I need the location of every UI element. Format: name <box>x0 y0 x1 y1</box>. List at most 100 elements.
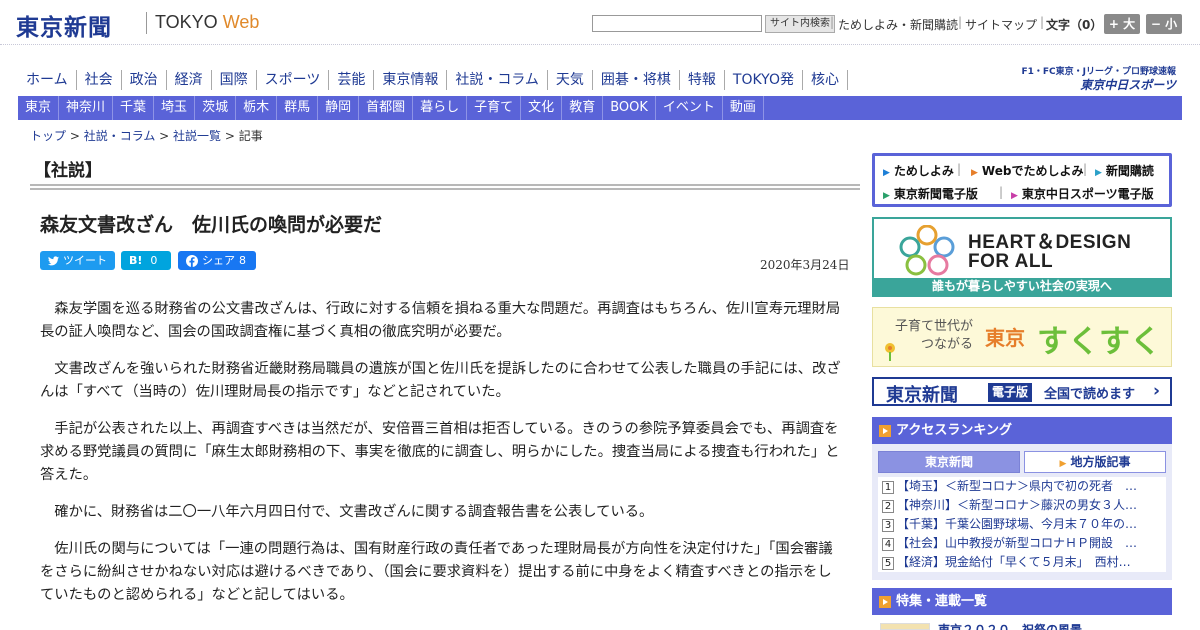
flower-icon <box>885 343 895 361</box>
facebook-share-label: シェア <box>202 254 235 267</box>
feature-item-title[interactable]: 東京２０２０ 祝祭の風景 <box>938 621 1168 630</box>
star-flower-icon <box>899 225 955 276</box>
ranking-item[interactable]: 5 【経済】現金給付「早くて５月末」 西村… <box>878 553 1166 572</box>
heart-design-banner[interactable]: HEART＆DESIGN FOR ALL 誰もが暮らしやすい社会の実現へ <box>872 217 1172 297</box>
nav-tokyo-hatsu[interactable]: TOKYO発 <box>725 70 803 90</box>
sidebar-link-label: Webでためしよみ <box>981 164 1084 178</box>
subnav-book[interactable]: BOOK <box>603 96 656 120</box>
breadcrumb-top[interactable]: トップ <box>30 129 66 143</box>
ranking-item[interactable]: 4 【社会】山中教授が新型コロナＨＰ開設 … <box>878 534 1166 553</box>
nav-entertainment[interactable]: 芸能 <box>329 70 375 90</box>
ranking-item[interactable]: 2 【神奈川】＜新型コロナ＞藤沢の男女３人… <box>878 496 1166 515</box>
ranking-tab-label: 東京新聞 <box>924 455 973 469</box>
hatena-bookmark-button[interactable]: B! 0 <box>121 251 171 270</box>
header-link-subscribe[interactable]: ためしよみ・新聞購読 <box>838 16 958 33</box>
breadcrumb-sep: > <box>66 129 84 143</box>
ranking-list: 1 【埼玉】＜新型コロナ＞県内で初の死者 … 2 【神奈川】＜新型コロナ＞藤沢の男女… <box>878 477 1166 572</box>
subnav-education[interactable]: 教育 <box>562 96 604 120</box>
features-title: 特集・連載一覧 <box>896 594 988 609</box>
subnav-gunma[interactable]: 群馬 <box>277 96 319 120</box>
nav-sports[interactable]: スポーツ <box>257 70 330 90</box>
sidebar-link-label: 東京中日スポーツ電子版 <box>1021 187 1154 201</box>
nav-editorial[interactable]: 社説・コラム <box>447 70 548 90</box>
rank-number: 2 <box>882 500 894 513</box>
font-larger-button[interactable]: + 大 <box>1104 14 1140 34</box>
nav-home[interactable]: ホーム <box>18 70 77 90</box>
triangle-right-icon: ▶ <box>1059 459 1067 469</box>
sidebar-link-trial[interactable]: ▶ ためしよみ <box>883 162 954 179</box>
tweet-button[interactable]: ツイート <box>40 251 115 270</box>
facebook-share-count: 8 <box>239 254 246 267</box>
tokyo-web-logo[interactable]: TOKYO Web <box>155 12 259 33</box>
sidebar-link-digital[interactable]: ▶ 東京新聞電子版 <box>883 185 978 202</box>
nav-weather[interactable]: 天気 <box>548 70 593 90</box>
nav-kakushin[interactable]: 核心 <box>803 70 848 90</box>
subnav-shutoken[interactable]: 首都圏 <box>359 96 414 120</box>
subnav-saitama[interactable]: 埼玉 <box>154 96 196 120</box>
article-paragraph: 森友学園を巡る財務省の公文書改ざんは、行政に対する信頼を損ねる重大な問題だ。再調… <box>40 301 841 340</box>
nav-international[interactable]: 国際 <box>212 70 257 90</box>
logo-divider <box>146 12 147 34</box>
ranking-item-title: 【社会】山中教授が新型コロナＨＰ開設 … <box>897 536 1138 550</box>
breadcrumb-editorial-list[interactable]: 社説一覧 <box>173 129 221 143</box>
digital-edition-banner[interactable]: 東京新聞 電子版 全国で読めます › <box>872 377 1172 406</box>
header-link-sitemap[interactable]: サイトマップ <box>965 16 1037 33</box>
digital-edition-tag: 電子版 <box>988 383 1033 402</box>
font-smaller-button[interactable]: − 小 <box>1146 14 1182 34</box>
article-date: 2020年3月24日 <box>760 258 850 272</box>
ranking-tab-local[interactable]: ▶ 地方版記事 <box>1024 451 1166 473</box>
link-divider: | <box>1083 162 1088 176</box>
font-size-label: 文字（0） <box>1046 18 1103 32</box>
subnav-video[interactable]: 動画 <box>723 96 764 120</box>
article-headline: 森友文書改ざん 佐川氏の喚問が必要だ <box>40 214 383 236</box>
sidebar-link-chunichi-digital[interactable]: ▶ 東京中日スポーツ電子版 <box>1011 185 1154 202</box>
nav-go-shogi[interactable]: 囲碁・将棋 <box>593 70 680 90</box>
nav-politics[interactable]: 政治 <box>122 70 167 90</box>
subnav-living[interactable]: 暮らし <box>413 96 468 120</box>
subnav-shizuoka[interactable]: 静岡 <box>318 96 360 120</box>
subnav-tokyo[interactable]: 東京 <box>18 96 60 120</box>
subnav-kanagawa[interactable]: 神奈川 <box>59 96 114 120</box>
sidebar-link-web-trial[interactable]: ▶ Webでためしよみ <box>971 162 1083 179</box>
sukusuku-logo: すくすく <box>1037 324 1161 360</box>
triangle-right-icon: ▶ <box>971 168 978 178</box>
ranking-item-title: 【神奈川】＜新型コロナ＞藤沢の男女３人… <box>897 498 1138 512</box>
site-header: 東京新聞 TOKYO Web サイト内検索 | ためしよみ・新聞購読 | サイト… <box>0 0 1200 44</box>
site-logo[interactable]: 東京新聞 <box>16 8 112 42</box>
link-divider: | <box>999 185 1004 199</box>
section-title: 【社説】 <box>34 161 102 181</box>
nav-tokyo-info[interactable]: 東京情報 <box>374 70 448 90</box>
features-header: 特集・連載一覧 <box>872 588 1172 615</box>
site-search-button[interactable]: サイト内検索 <box>765 15 835 33</box>
search-input[interactable] <box>592 15 762 32</box>
logo-tokyo-text: TOKYO <box>155 12 218 32</box>
subnav-chiba[interactable]: 千葉 <box>113 96 155 120</box>
feature-thumbnail[interactable] <box>880 623 930 630</box>
link-divider: | <box>957 162 962 176</box>
sukusuku-tagline-2: つながる <box>921 337 974 352</box>
breadcrumb-current: 記事 <box>238 129 263 143</box>
ranking-tab-tokyo[interactable]: 東京新聞 <box>878 451 1020 473</box>
nav-society[interactable]: 社会 <box>77 70 122 90</box>
nav-economy[interactable]: 経済 <box>167 70 212 90</box>
sukusuku-banner[interactable]: 子育て世代が つながる 東京 すくすく <box>872 307 1172 367</box>
ranking-panel: 東京新聞 ▶ 地方版記事 1 【埼玉】＜新型コロナ＞県内で初の死者 … 2 【神奈川】… <box>872 444 1172 580</box>
subnav-culture[interactable]: 文化 <box>521 96 563 120</box>
subnav-tochigi[interactable]: 栃木 <box>236 96 278 120</box>
rank-number: 4 <box>882 538 894 551</box>
subnav-events[interactable]: イベント <box>656 96 723 120</box>
chunichi-sports-banner[interactable]: F1・FC東京・Jリーグ・プロ野球速報 東京中日スポーツ <box>1020 64 1180 92</box>
article-paragraph: 手記が公表された以上、再調査すべきは当然だが、安倍晋三首相は拒否している。きのう… <box>40 421 840 483</box>
article-paragraph: 佐川氏の関与については「一連の問題行為は、国有財産行政の責任者であった理財局長が… <box>40 541 833 603</box>
sukusuku-logo-tokyo: 東京 <box>985 326 1025 350</box>
subnav-parenting[interactable]: 子育て <box>467 96 522 120</box>
sidebar-link-subscribe[interactable]: ▶ 新聞購読 <box>1095 162 1154 179</box>
breadcrumb-editorial[interactable]: 社説・コラム <box>84 129 156 143</box>
nav-special-report[interactable]: 特報 <box>680 70 725 90</box>
ranking-item[interactable]: 3 【千葉】千葉公園野球場、今月末７０年の… <box>878 515 1166 534</box>
facebook-share-button[interactable]: シェア 8 <box>178 251 256 270</box>
subnav-ibaraki[interactable]: 茨城 <box>195 96 237 120</box>
breadcrumb-sep: > <box>221 129 239 143</box>
ranking-item[interactable]: 1 【埼玉】＜新型コロナ＞県内で初の死者 … <box>878 477 1166 496</box>
triangle-right-icon: ▶ <box>1011 191 1018 201</box>
